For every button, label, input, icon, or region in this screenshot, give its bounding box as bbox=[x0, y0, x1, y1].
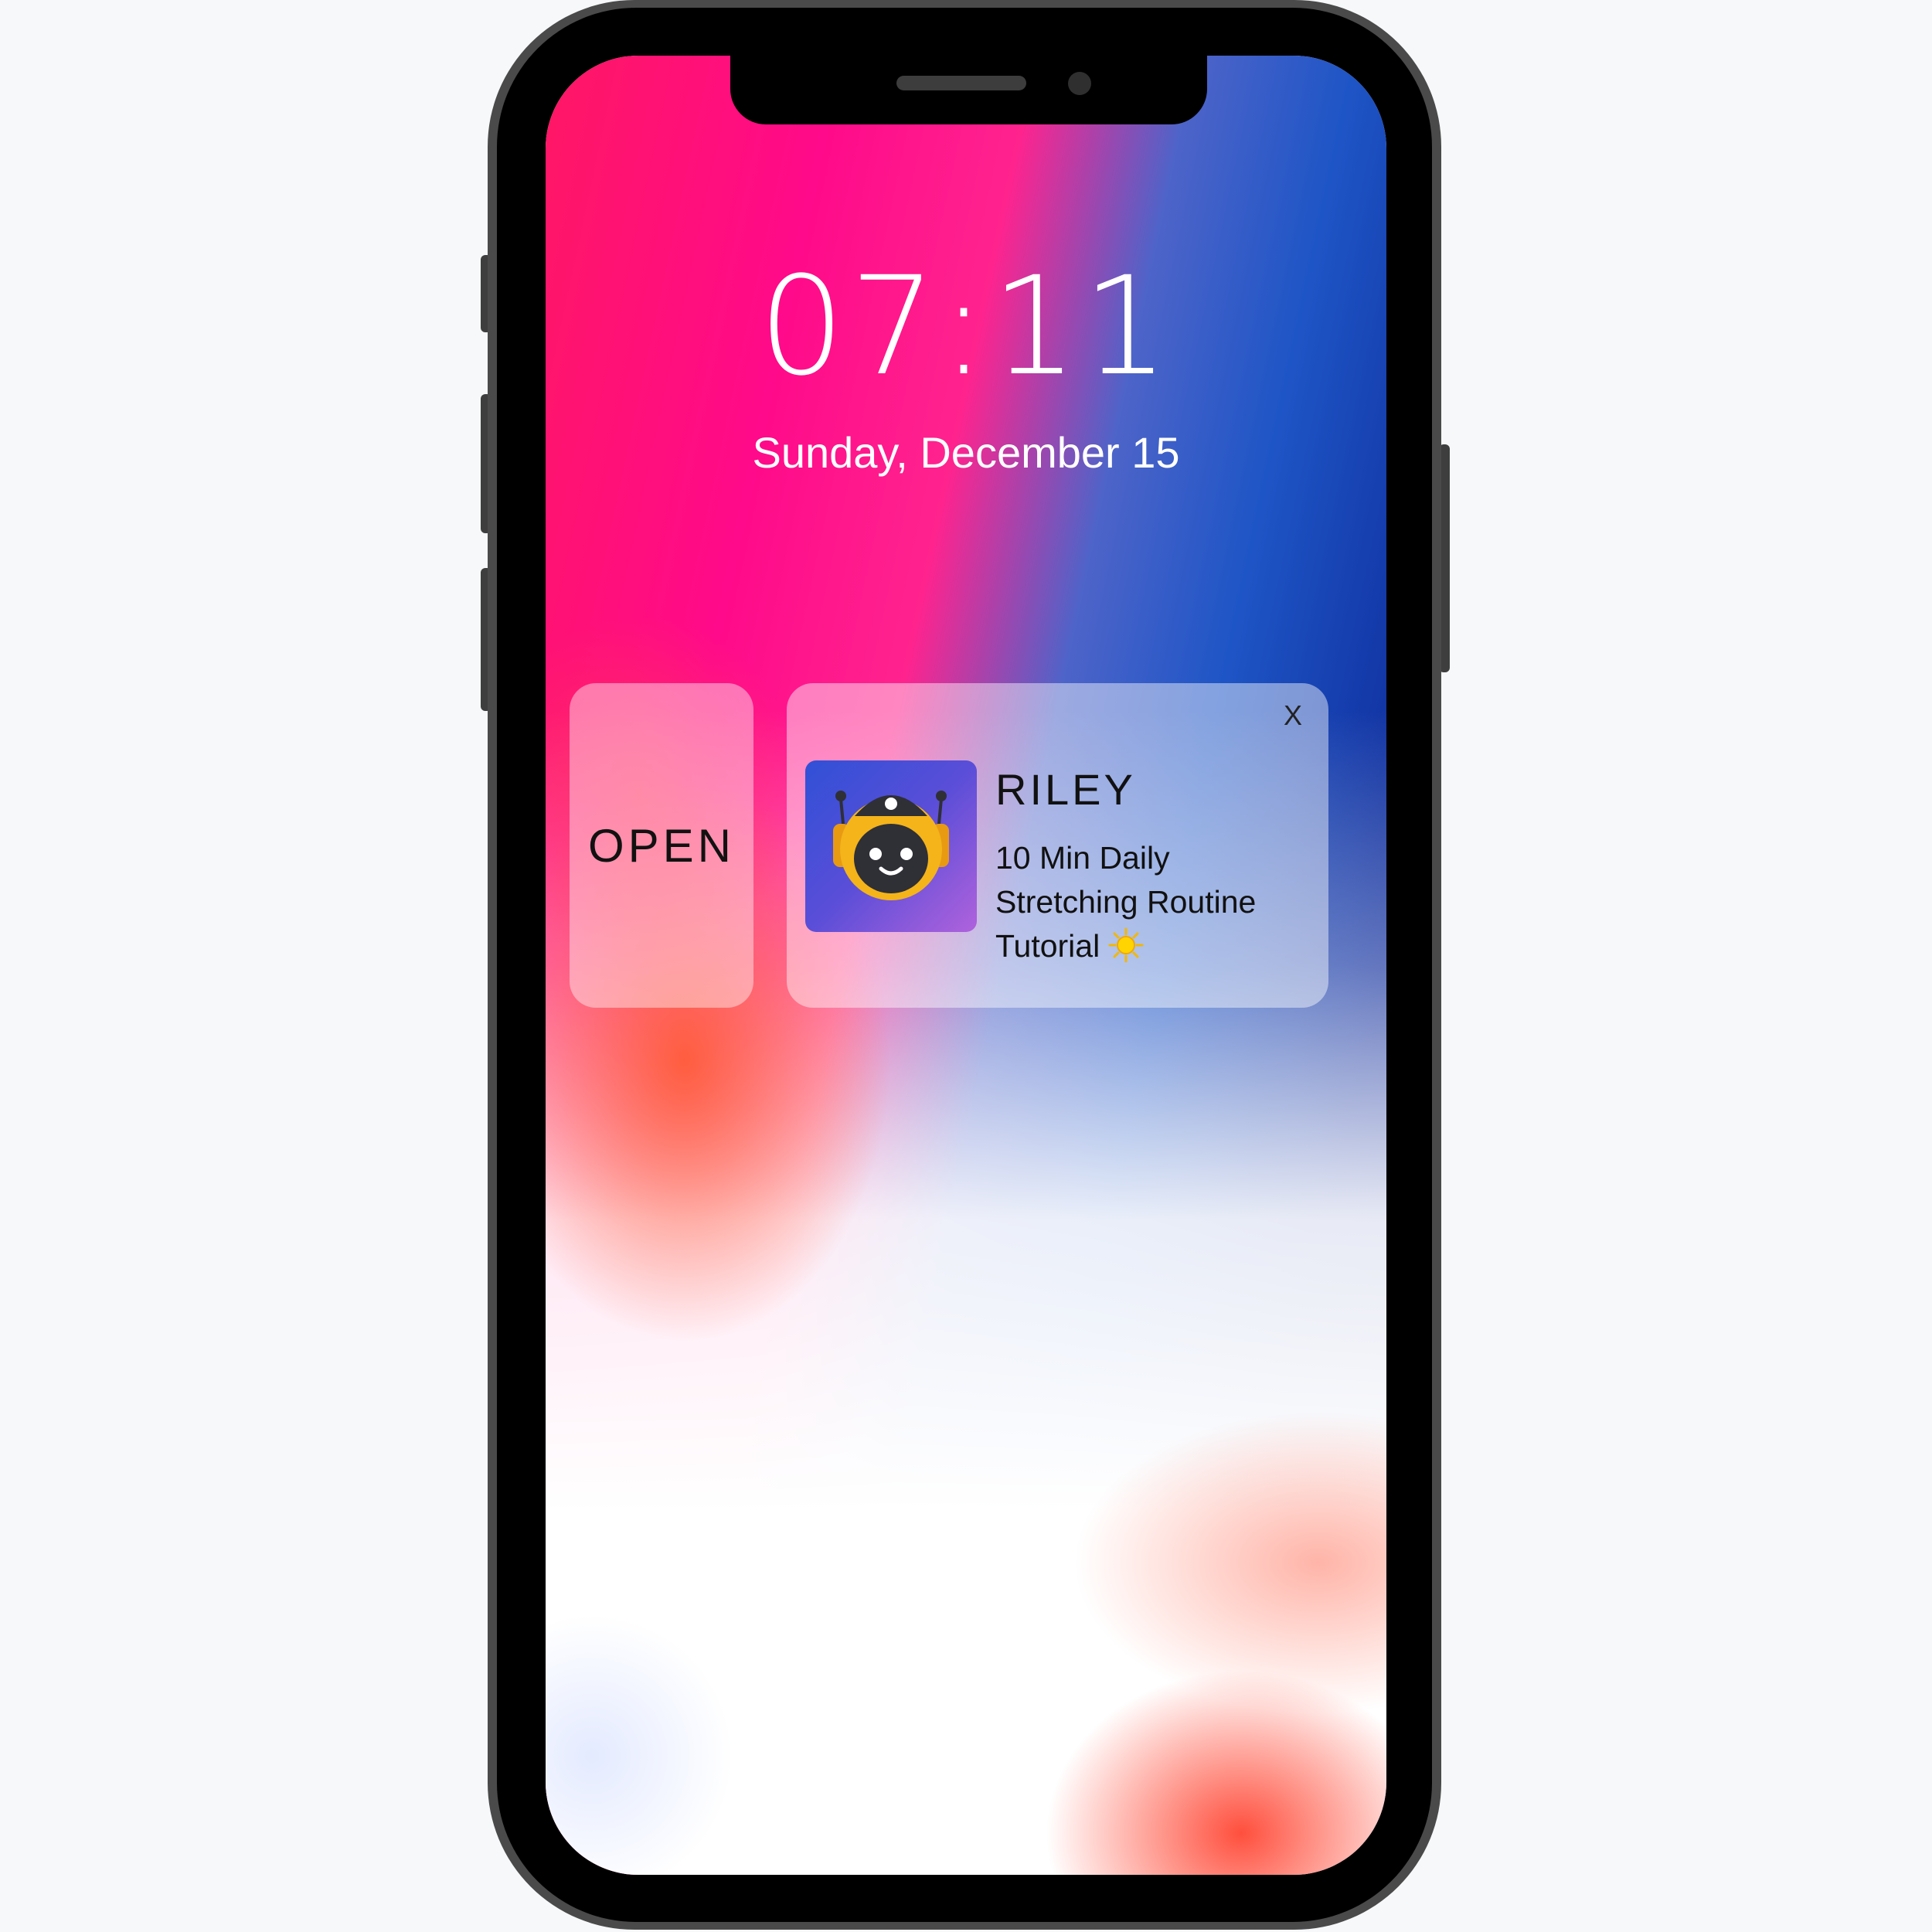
robot-avatar-icon bbox=[805, 760, 977, 932]
phone-mockup-stage: 07:11 Sunday, December 15 OPEN X RILEY 1… bbox=[0, 0, 1932, 1932]
front-camera bbox=[1068, 72, 1091, 95]
message-line-1: 10 Min Daily bbox=[995, 840, 1170, 876]
open-button[interactable]: OPEN bbox=[570, 683, 753, 1008]
message-line-2: Stretching Routine bbox=[995, 884, 1257, 920]
notification-sender: RILEY bbox=[995, 765, 1136, 814]
notification-card[interactable]: X RILEY 10 Min Daily Stretching Routine … bbox=[787, 683, 1328, 1008]
notification-message: 10 Min Daily Stretching Routine Tutorial bbox=[995, 836, 1304, 968]
lock-screen-time: 07:11 bbox=[758, 247, 1174, 406]
lock-screen-date: Sunday, December 15 bbox=[752, 428, 1180, 477]
earpiece-speaker bbox=[896, 76, 1026, 90]
open-button-label: OPEN bbox=[587, 819, 736, 872]
sun-icon bbox=[1108, 927, 1144, 963]
message-line-3: Tutorial bbox=[995, 928, 1100, 964]
close-icon[interactable]: X bbox=[1277, 699, 1308, 733]
message-line-3-wrapper: Tutorial bbox=[995, 924, 1304, 968]
